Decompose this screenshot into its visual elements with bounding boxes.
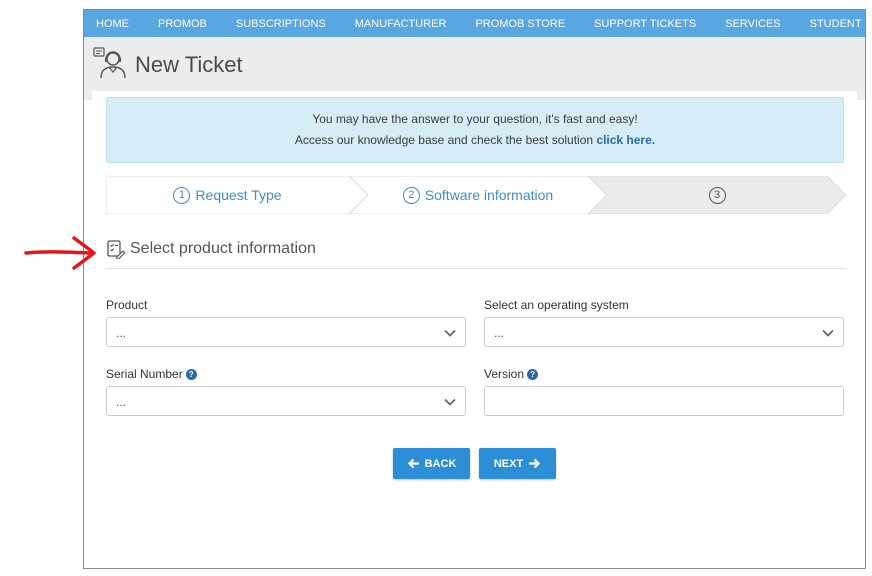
knowledge-base-notice: You may have the answer to your question… xyxy=(106,97,844,163)
next-button-label: NEXT xyxy=(493,457,524,470)
back-button[interactable]: BACK xyxy=(393,448,470,479)
product-select[interactable]: ... xyxy=(106,317,466,347)
product-select-value: ... xyxy=(116,326,127,340)
main-content: You may have the answer to your question… xyxy=(92,91,857,568)
serial-number-label: Serial Number xyxy=(106,367,183,381)
nav-services[interactable]: SERVICES xyxy=(725,18,780,30)
top-navigation: HOME PROMOB SUBSCRIPTIONS MANUFACTURER P… xyxy=(84,10,865,37)
support-agent-icon xyxy=(93,47,126,79)
chevron-down-icon xyxy=(444,398,456,406)
help-icon[interactable]: ? xyxy=(185,369,197,380)
operating-system-label: Select an operating system xyxy=(484,298,629,312)
notice-line-2: Access our knowledge base and check the … xyxy=(107,133,843,147)
step-3-number: 3 xyxy=(708,186,726,204)
notice-line-1: You may have the answer to your question… xyxy=(312,112,638,126)
step-1-label: Request Type xyxy=(195,187,282,203)
step-2-label: Software information xyxy=(424,187,554,203)
step-2-number: 2 xyxy=(402,186,420,204)
operating-system-select[interactable]: ... xyxy=(484,317,844,347)
arrow-left-icon xyxy=(407,458,419,469)
product-label: Product xyxy=(106,298,148,312)
help-icon[interactable]: ? xyxy=(527,369,539,380)
knowledge-base-link[interactable]: click here. xyxy=(596,133,655,147)
section-title: Select product information xyxy=(130,240,316,257)
nav-promob[interactable]: PROMOB xyxy=(158,18,207,30)
browser-frame: HOME PROMOB SUBSCRIPTIONS MANUFACTURER P… xyxy=(83,9,866,569)
operating-system-select-value: ... xyxy=(494,326,505,340)
page-title: New Ticket xyxy=(135,52,243,77)
back-button-label: BACK xyxy=(424,457,457,470)
serial-number-label-row: Serial Number? xyxy=(106,367,197,381)
step-1-number: 1 xyxy=(173,186,191,204)
step-software-information[interactable]: 2 Software information xyxy=(368,176,588,214)
serial-number-select-value: ... xyxy=(116,395,127,409)
chevron-down-icon xyxy=(444,329,456,337)
nav-student[interactable]: STUDENT xyxy=(810,18,862,30)
wizard-steps: 1 Request Type 2 Software information 3 xyxy=(106,176,846,214)
version-input[interactable] xyxy=(484,386,844,416)
step-request-type[interactable]: 1 Request Type xyxy=(106,176,349,214)
nav-home[interactable]: HOME xyxy=(96,18,129,30)
nav-support-tickets[interactable]: SUPPORT TICKETS xyxy=(594,18,696,30)
version-label: Version xyxy=(484,367,525,381)
next-button[interactable]: NEXT xyxy=(479,448,556,479)
annotation-arrow-icon xyxy=(24,236,96,270)
step-3[interactable]: 3 xyxy=(607,176,827,214)
arrow-right-icon xyxy=(529,458,541,469)
nav-subscriptions[interactable]: SUBSCRIPTIONS xyxy=(236,18,326,30)
version-label-row: Version? xyxy=(484,367,539,381)
serial-number-select[interactable]: ... xyxy=(106,386,466,416)
section-header: Select product information xyxy=(106,239,846,269)
notice-line-2-text: Access our knowledge base and check the … xyxy=(294,133,594,147)
nav-promob-store[interactable]: PROMOB STORE xyxy=(475,18,565,30)
chevron-down-icon xyxy=(822,329,834,337)
nav-manufacturer[interactable]: MANUFACTURER xyxy=(355,18,447,30)
checklist-edit-icon xyxy=(107,240,126,259)
